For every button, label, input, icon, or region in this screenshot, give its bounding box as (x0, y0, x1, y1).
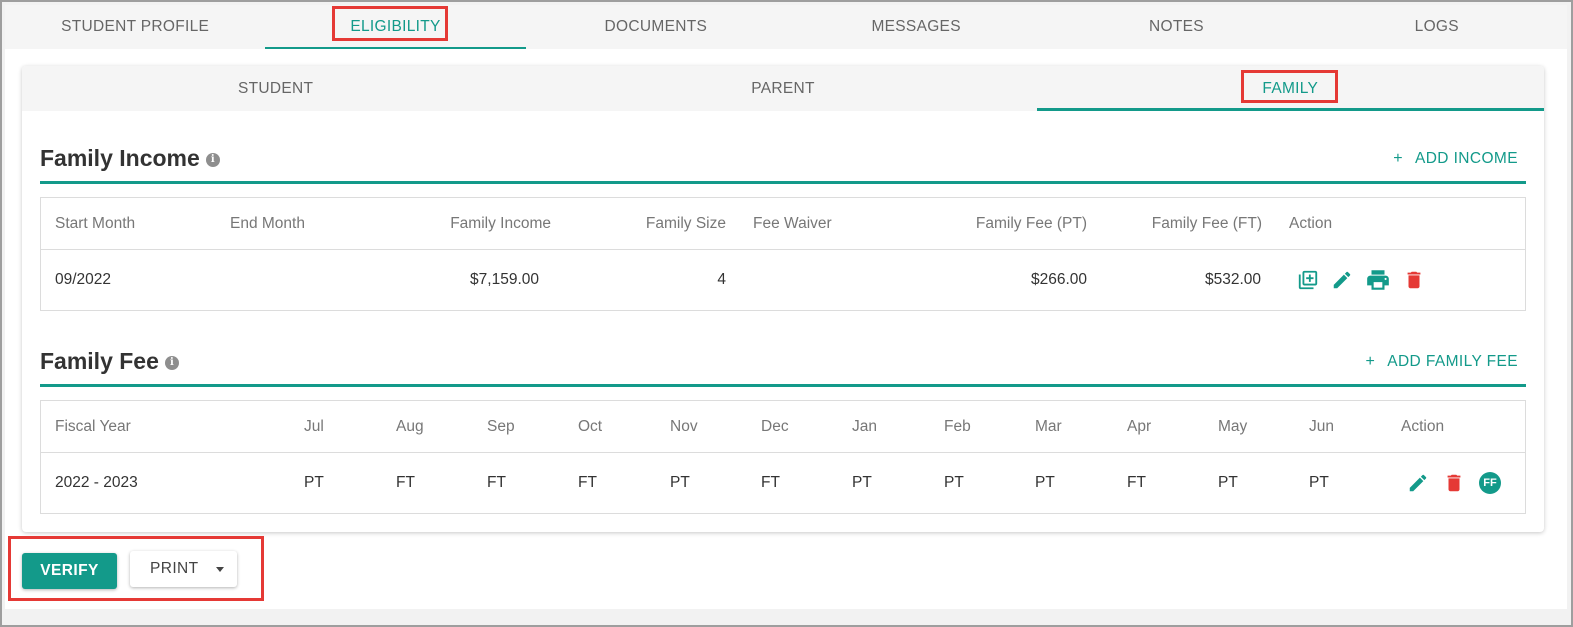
tab-student-profile[interactable]: STUDENT PROFILE (5, 5, 265, 49)
tab-student[interactable]: STUDENT (22, 66, 529, 111)
sub-tab-bar: STUDENT PARENT FAMILY (22, 66, 1545, 111)
action-cell (1297, 250, 1425, 310)
tab-documents[interactable]: DOCUMENTS (526, 5, 786, 49)
section-title: Family Income i (40, 145, 220, 172)
column-header: Oct (578, 417, 603, 435)
column-header: Fee Waiver (753, 214, 832, 232)
top-tab-bar: STUDENT PROFILE ELIGIBILITY DOCUMENTS ME… (5, 5, 1567, 49)
eligibility-card: STUDENT PARENT FAMILY Family Income i + AD… (22, 66, 1545, 532)
family-income-cell: $7,159.00 (470, 271, 539, 288)
printer-icon[interactable] (1365, 267, 1391, 293)
table-header-row: Start Month End Month Family Income Fami… (41, 198, 1525, 250)
month-cell: FT (396, 474, 415, 491)
ff-badge-icon[interactable]: FF (1479, 472, 1501, 494)
month-cell: FT (1127, 474, 1146, 491)
trash-icon[interactable] (1443, 472, 1465, 494)
month-cell: PT (670, 474, 690, 491)
print-label: PRINT (150, 560, 199, 577)
column-header: Jun (1309, 417, 1334, 435)
month-cell: FT (761, 474, 780, 491)
month-cell: PT (1218, 474, 1238, 491)
info-icon[interactable]: i (205, 152, 220, 167)
tab-logs[interactable]: LOGS (1307, 5, 1567, 49)
add-income-button[interactable]: + ADD INCOME (1393, 150, 1518, 168)
trash-icon[interactable] (1403, 269, 1425, 291)
add-box-icon[interactable] (1297, 269, 1319, 291)
column-header: End Month (230, 214, 305, 232)
family-fee-title: Family Fee (40, 348, 159, 374)
column-header: Fiscal Year (55, 417, 131, 435)
table-row: 2022 - 2023 PT FT FT FT PT FT PT PT PT F… (41, 453, 1525, 513)
month-cell: PT (1035, 474, 1055, 491)
column-header: Apr (1127, 417, 1152, 435)
table-header-row: Fiscal Year Jul Aug Sep Oct Nov Dec Jan … (41, 401, 1525, 453)
add-family-fee-label: ADD FAMILY FEE (1387, 353, 1518, 370)
column-header: Nov (670, 417, 698, 435)
pencil-icon[interactable] (1407, 472, 1429, 494)
column-header: Feb (944, 417, 971, 435)
column-header: Action (1289, 214, 1333, 232)
pencil-icon[interactable] (1331, 269, 1353, 291)
month-cell: PT (304, 474, 324, 491)
month-cell: FT (487, 474, 506, 491)
verify-button[interactable]: VERIFY (22, 553, 117, 589)
column-header: May (1218, 417, 1248, 435)
month-cell: PT (944, 474, 964, 491)
column-header: Family Income (450, 214, 551, 232)
month-cell: PT (852, 474, 872, 491)
family-size-cell: 4 (717, 271, 726, 288)
family-income-header: Family Income i + ADD INCOME (40, 144, 1526, 184)
column-header: Jul (304, 417, 324, 435)
table-row: 09/2022 $7,159.00 4 $266.00 $532.00 (41, 250, 1525, 310)
section-title: Family Fee i (40, 348, 179, 375)
family-income-title: Family Income (40, 145, 200, 171)
column-header: Action (1401, 417, 1445, 435)
column-header: Mar (1035, 417, 1062, 435)
info-icon[interactable]: i (164, 355, 179, 370)
tab-notes[interactable]: NOTES (1046, 5, 1306, 49)
month-cell: PT (1309, 474, 1329, 491)
column-header: Dec (761, 417, 789, 435)
caret-down-icon (216, 567, 224, 572)
column-header: Aug (396, 417, 424, 435)
fee-pt-cell: $266.00 (1030, 271, 1087, 288)
column-header: Family Fee (FT) (1151, 214, 1262, 232)
start-month-cell: 09/2022 (55, 271, 112, 288)
action-cell: FF (1407, 453, 1501, 513)
add-family-fee-button[interactable]: + ADD FAMILY FEE (1365, 353, 1518, 371)
add-income-label: ADD INCOME (1414, 150, 1518, 167)
tab-eligibility[interactable]: ELIGIBILITY (265, 5, 526, 49)
column-header: Family Size (645, 214, 726, 232)
tab-messages[interactable]: MESSAGES (786, 5, 1046, 49)
print-dropdown-button[interactable]: PRINT (130, 551, 237, 587)
column-header: Jan (852, 417, 877, 435)
column-header: Sep (487, 417, 515, 435)
column-header: Start Month (55, 214, 136, 232)
family-income-table: Start Month End Month Family Income Fami… (40, 197, 1526, 311)
tab-family[interactable]: FAMILY (1036, 66, 1545, 111)
fiscal-year-cell: 2022 - 2023 (55, 474, 138, 491)
fee-ft-cell: $532.00 (1204, 271, 1261, 288)
tab-parent[interactable]: PARENT (529, 66, 1036, 111)
family-fee-table: Fiscal Year Jul Aug Sep Oct Nov Dec Jan … (40, 400, 1526, 514)
column-header: Family Fee (PT) (975, 214, 1087, 232)
family-fee-header: Family Fee i + ADD FAMILY FEE (40, 346, 1526, 387)
plus-icon: + (1365, 353, 1376, 370)
plus-icon: + (1393, 150, 1403, 167)
month-cell: FT (578, 474, 597, 491)
